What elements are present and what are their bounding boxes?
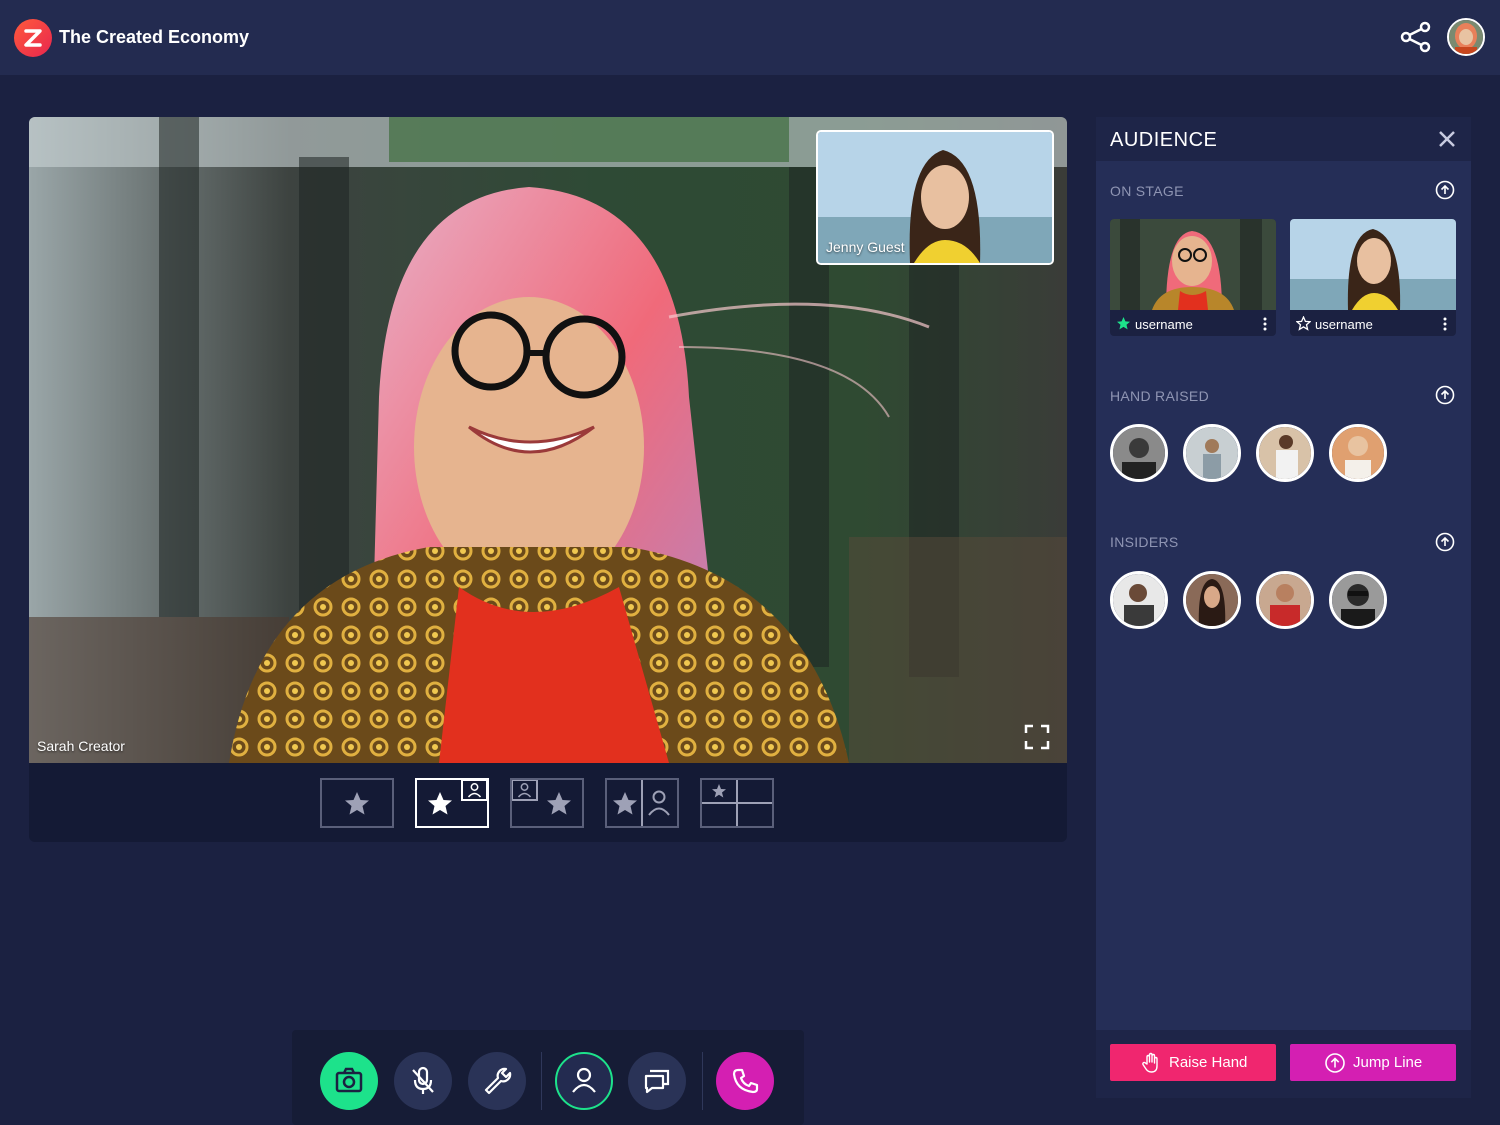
wrench-icon bbox=[484, 1067, 512, 1095]
on-stage-card[interactable]: username bbox=[1110, 219, 1276, 336]
audience-header: AUDIENCE bbox=[1096, 117, 1471, 161]
chat-icon bbox=[644, 1069, 670, 1094]
up-arrow-circle-icon bbox=[1325, 1053, 1345, 1073]
audience-actions: Raise Hand Jump Line bbox=[1096, 1030, 1471, 1098]
jump-line-label: Jump Line bbox=[1353, 1054, 1423, 1071]
on-stage-card[interactable]: username bbox=[1290, 219, 1456, 336]
hand-icon bbox=[1142, 1052, 1158, 1073]
stage-panel: Sarah Creator Jenny Guest bbox=[29, 117, 1067, 842]
audience-panel: AUDIENCE ON STAGE username username HAND… bbox=[1096, 117, 1471, 1098]
hand-raised-avatar[interactable] bbox=[1183, 424, 1241, 482]
insider-avatar[interactable] bbox=[1256, 571, 1314, 629]
guest-video[interactable]: Jenny Guest bbox=[816, 130, 1054, 265]
settings-button[interactable] bbox=[468, 1052, 526, 1110]
raise-hand-label: Raise Hand bbox=[1169, 1054, 1248, 1071]
hand-raised-avatar[interactable] bbox=[1329, 424, 1387, 482]
mic-off-icon bbox=[412, 1066, 434, 1094]
app-title: The Created Economy bbox=[59, 27, 250, 47]
more-vertical-icon[interactable] bbox=[1260, 317, 1270, 331]
guest-name-label: Jenny Guest bbox=[826, 239, 905, 255]
layout-single-star-button[interactable] bbox=[320, 778, 394, 828]
layout-star-pip-button[interactable] bbox=[415, 778, 489, 828]
hand-raised-title: HAND RAISED bbox=[1110, 388, 1209, 404]
insider-avatar[interactable] bbox=[1329, 571, 1387, 629]
hand-raised-avatar[interactable] bbox=[1110, 424, 1168, 482]
top-bar: The Created Economy bbox=[0, 0, 1500, 75]
insider-avatar[interactable] bbox=[1110, 571, 1168, 629]
control-divider bbox=[541, 1052, 542, 1110]
expand-up-icon[interactable] bbox=[1435, 385, 1455, 405]
call-controls bbox=[292, 1030, 804, 1125]
insiders-title: INSIDERS bbox=[1110, 534, 1179, 550]
phone-icon bbox=[732, 1068, 759, 1094]
layout-pip-star-button[interactable] bbox=[510, 778, 584, 828]
star-filled-icon[interactable] bbox=[1116, 316, 1131, 331]
close-icon[interactable] bbox=[1436, 128, 1458, 150]
user-avatar[interactable] bbox=[1447, 18, 1485, 56]
layout-selector bbox=[29, 763, 1067, 842]
presenter-video[interactable]: Sarah Creator Jenny Guest bbox=[29, 117, 1067, 763]
share-icon[interactable] bbox=[1399, 20, 1433, 54]
mute-mic-button[interactable] bbox=[394, 1052, 452, 1110]
more-vertical-icon[interactable] bbox=[1440, 317, 1450, 331]
audience-title: AUDIENCE bbox=[1110, 129, 1218, 151]
expand-up-icon[interactable] bbox=[1435, 180, 1455, 200]
on-stage-username: username bbox=[1135, 317, 1193, 332]
jump-line-button[interactable]: Jump Line bbox=[1290, 1044, 1456, 1081]
on-stage-title: ON STAGE bbox=[1110, 183, 1184, 199]
on-stage-thumbnail bbox=[1290, 219, 1456, 310]
hand-raised-avatar[interactable] bbox=[1256, 424, 1314, 482]
camera-icon bbox=[335, 1067, 363, 1093]
app-logo[interactable] bbox=[14, 19, 52, 57]
layout-grid-button[interactable] bbox=[700, 778, 774, 828]
presenter-name-label: Sarah Creator bbox=[37, 738, 125, 754]
expand-up-icon[interactable] bbox=[1435, 532, 1455, 552]
on-stage-thumbnail bbox=[1110, 219, 1276, 310]
person-icon bbox=[572, 1067, 596, 1093]
end-call-button[interactable] bbox=[716, 1052, 774, 1110]
participants-button[interactable] bbox=[555, 1052, 613, 1110]
camera-button[interactable] bbox=[320, 1052, 378, 1110]
on-stage-username: username bbox=[1315, 317, 1373, 332]
control-divider bbox=[702, 1052, 703, 1110]
star-outline-icon[interactable] bbox=[1296, 316, 1311, 331]
layout-split-button[interactable] bbox=[605, 778, 679, 828]
raise-hand-button[interactable]: Raise Hand bbox=[1110, 1044, 1276, 1081]
insider-avatar[interactable] bbox=[1183, 571, 1241, 629]
chat-button[interactable] bbox=[628, 1052, 686, 1110]
fullscreen-icon[interactable] bbox=[1023, 723, 1051, 751]
